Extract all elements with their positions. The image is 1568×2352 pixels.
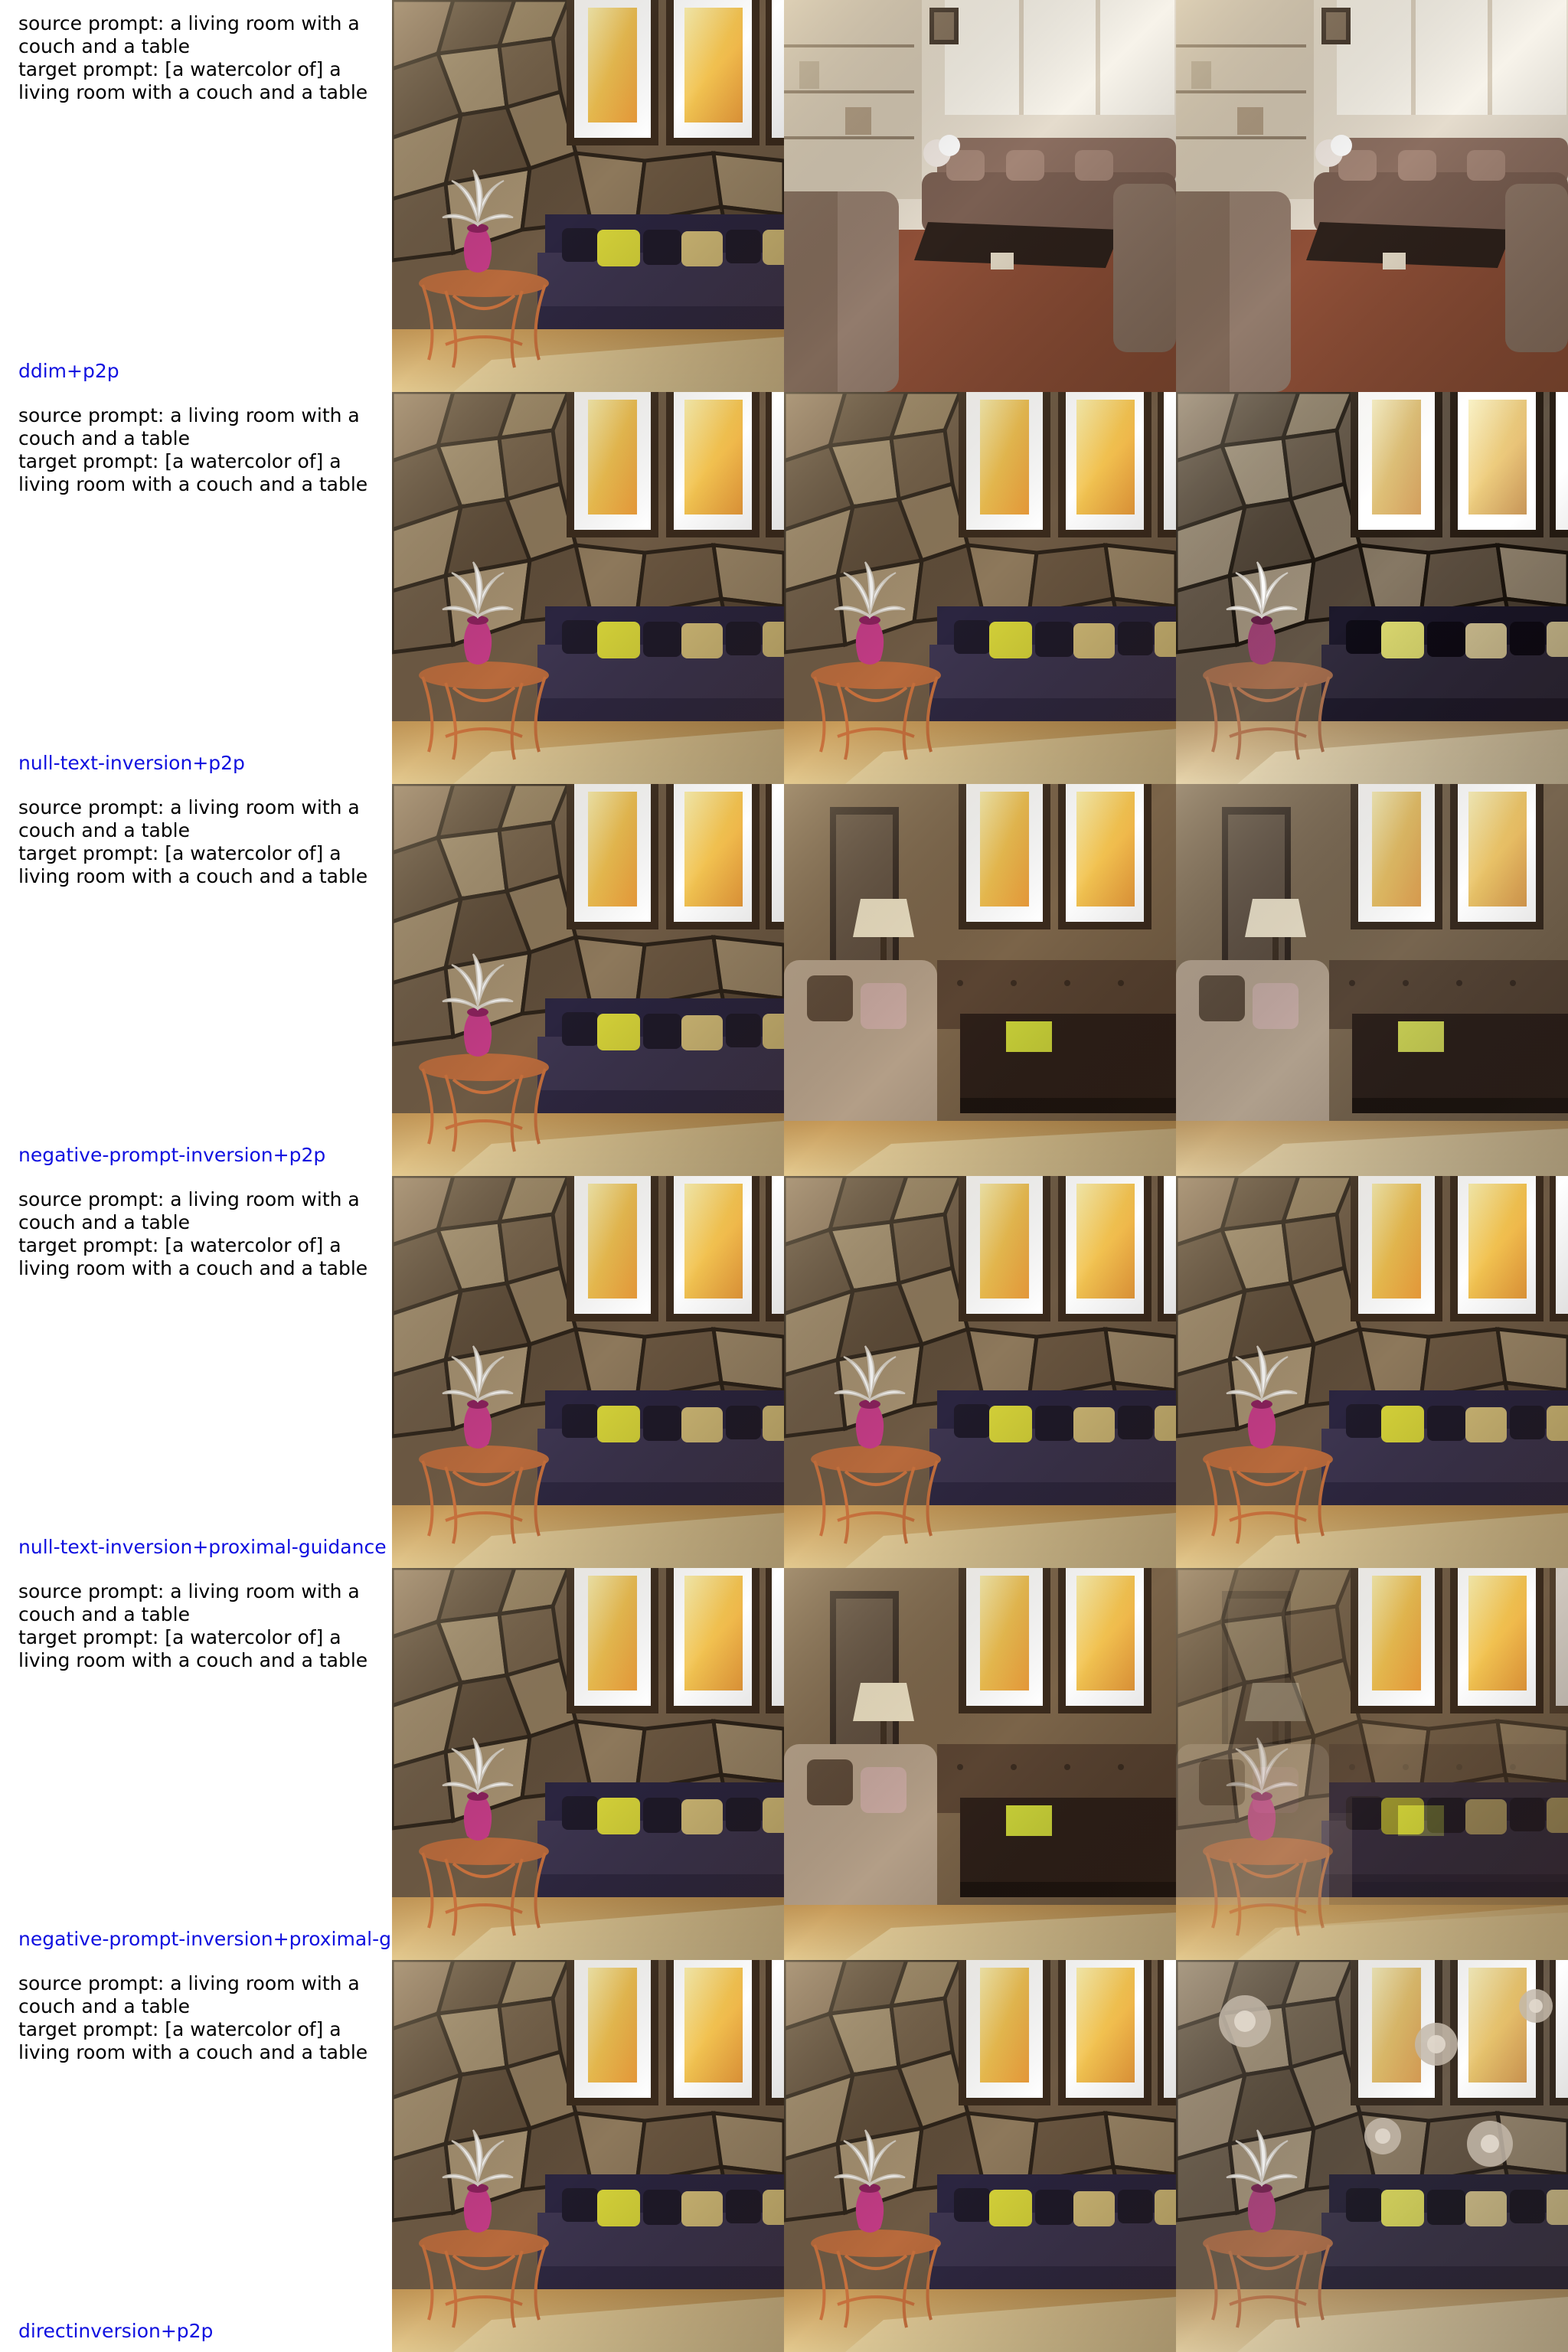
row-label-column: source prompt: a living room with a couc… — [0, 392, 392, 784]
target-prompt: target prompt: [a watercolor of] a livin… — [18, 450, 368, 495]
prompt-text: source prompt: a living room with a couc… — [18, 1188, 378, 1280]
source-prompt: source prompt: a living room with a couc… — [18, 12, 366, 57]
source-prompt: source prompt: a living room with a couc… — [18, 796, 366, 841]
method-label: negative-prompt-inversion+p2p — [18, 1144, 326, 1166]
edited-image — [1176, 0, 1568, 392]
reconstructed-image — [784, 1960, 1176, 2352]
source-image — [392, 392, 784, 784]
prompt-text: source prompt: a living room with a couc… — [18, 12, 378, 104]
method-label: directinversion+p2p — [18, 2320, 214, 2342]
row-label-column: source prompt: a living room with a couc… — [0, 1568, 392, 1960]
target-prompt: target prompt: [a watercolor of] a livin… — [18, 2018, 368, 2063]
prompt-text: source prompt: a living room with a couc… — [18, 1972, 378, 2064]
edited-image — [1176, 392, 1568, 784]
comparison-row: source prompt: a living room with a couc… — [0, 0, 1568, 392]
edited-image — [1176, 1568, 1568, 1960]
edited-image — [1176, 1960, 1568, 2352]
edited-image — [1176, 1176, 1568, 1568]
source-image — [392, 1176, 784, 1568]
comparison-row: source prompt: a living room with a couc… — [0, 784, 1568, 1176]
target-prompt: target prompt: [a watercolor of] a livin… — [18, 1626, 368, 1671]
row-label-column: source prompt: a living room with a couc… — [0, 0, 392, 392]
prompt-text: source prompt: a living room with a couc… — [18, 404, 378, 496]
source-prompt: source prompt: a living room with a couc… — [18, 1188, 366, 1233]
reconstructed-image — [784, 1568, 1176, 1960]
comparison-row: source prompt: a living room with a couc… — [0, 392, 1568, 784]
method-label: null-text-inversion+proximal-guidance — [18, 1536, 387, 1558]
source-image — [392, 0, 784, 392]
reconstructed-image — [784, 784, 1176, 1176]
edited-image — [1176, 784, 1568, 1176]
source-prompt: source prompt: a living room with a couc… — [18, 1972, 366, 2017]
row-label-column: source prompt: a living room with a couc… — [0, 1960, 392, 2352]
target-prompt: target prompt: [a watercolor of] a livin… — [18, 1234, 368, 1279]
comparison-row: source prompt: a living room with a couc… — [0, 1960, 1568, 2352]
source-prompt: source prompt: a living room with a couc… — [18, 404, 366, 449]
method-label: null-text-inversion+p2p — [18, 752, 245, 774]
source-image — [392, 784, 784, 1176]
target-prompt: target prompt: [a watercolor of] a livin… — [18, 58, 368, 103]
reconstructed-image — [784, 1176, 1176, 1568]
source-image — [392, 1960, 784, 2352]
method-label: ddim+p2p — [18, 360, 119, 382]
source-prompt: source prompt: a living room with a couc… — [18, 1580, 366, 1625]
prompt-text: source prompt: a living room with a couc… — [18, 796, 378, 888]
method-label: negative-prompt-inversion+proximal-g — [18, 1928, 391, 1950]
target-prompt: target prompt: [a watercolor of] a livin… — [18, 842, 368, 887]
row-label-column: source prompt: a living room with a couc… — [0, 1176, 392, 1568]
source-image — [392, 1568, 784, 1960]
comparison-row: source prompt: a living room with a couc… — [0, 1568, 1568, 1960]
reconstructed-image — [784, 392, 1176, 784]
comparison-row: source prompt: a living room with a couc… — [0, 1176, 1568, 1568]
prompt-text: source prompt: a living room with a couc… — [18, 1580, 378, 1672]
row-label-column: source prompt: a living room with a couc… — [0, 784, 392, 1176]
reconstructed-image — [784, 0, 1176, 392]
